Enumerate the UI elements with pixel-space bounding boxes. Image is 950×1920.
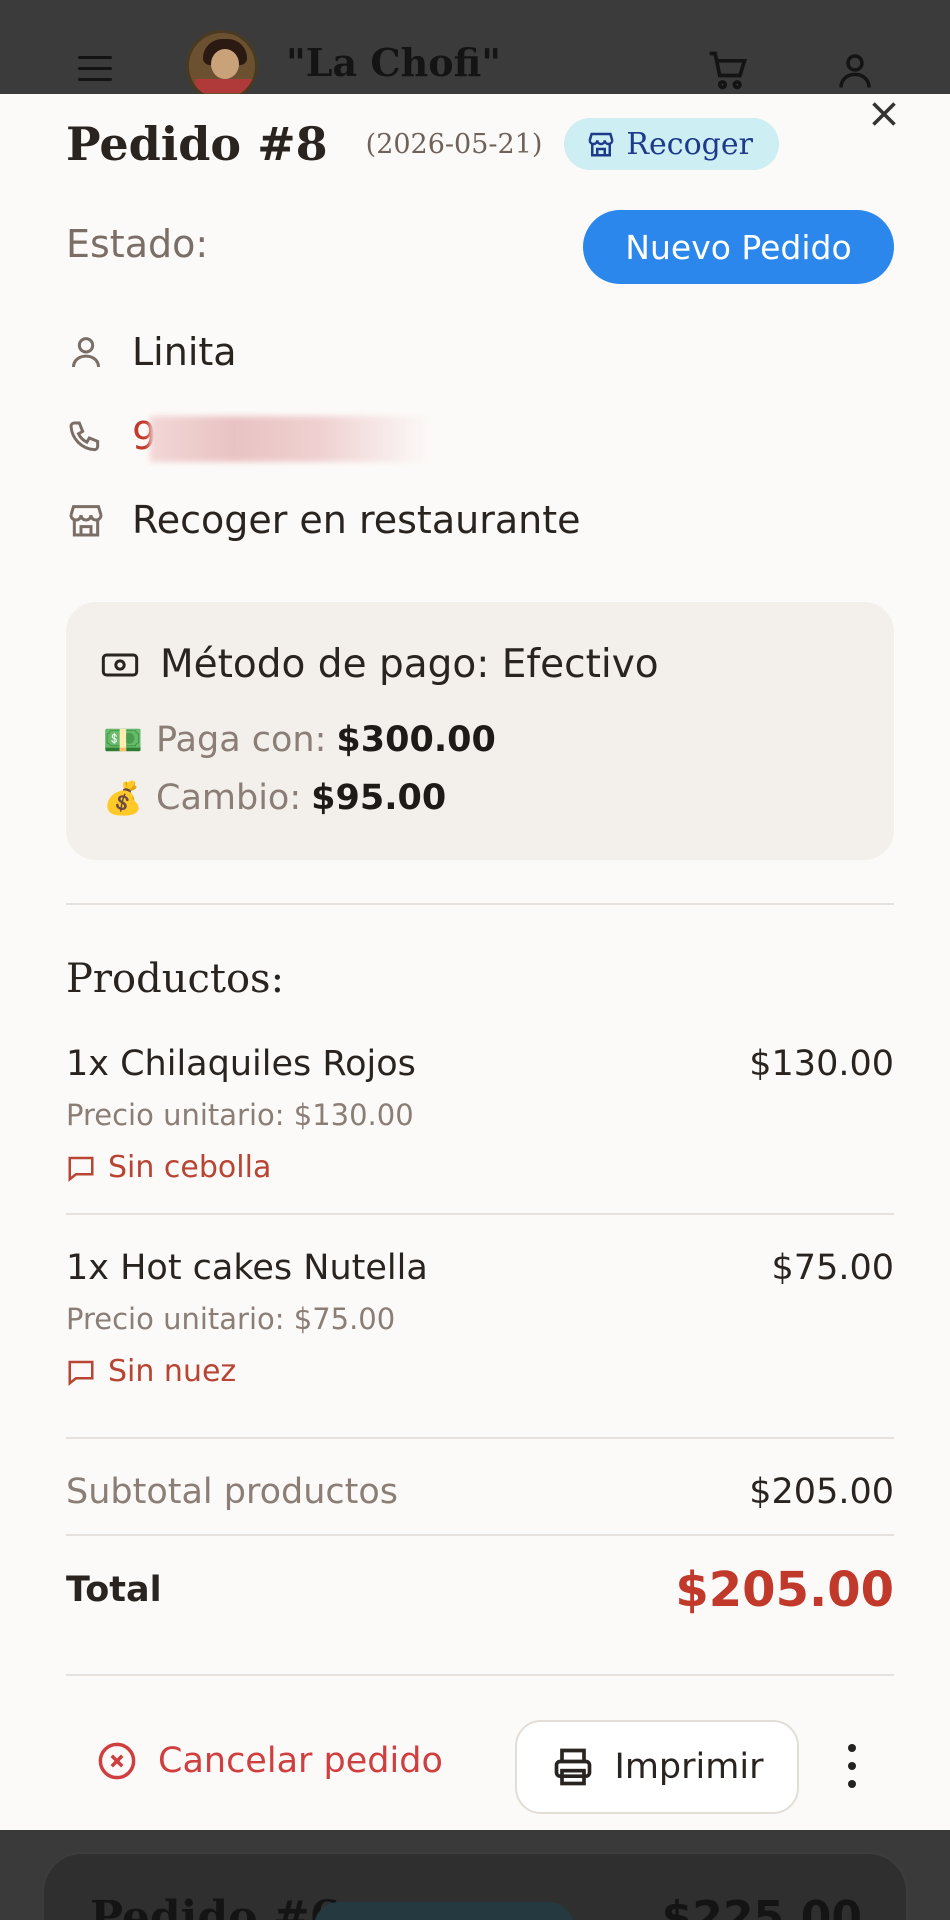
order-type-label: Recoger [626, 126, 753, 162]
product-unit-price: Precio unitario: $75.00 [66, 1302, 396, 1336]
money-bag-icon: 💰 [103, 779, 143, 817]
products-heading: Productos: [66, 956, 285, 1002]
payment-title-row: Método de pago: Efectivo [100, 642, 659, 687]
phone-number[interactable]: 9 [132, 414, 431, 462]
background-order-card[interactable]: Pedido #6 $225.00 [42, 1852, 908, 1920]
product-unit-price: Precio unitario: $130.00 [66, 1098, 414, 1132]
total-label: Total [66, 1570, 162, 1610]
product-price: $75.00 [771, 1248, 894, 1288]
status-label: Estado: [66, 222, 209, 266]
phone-icon [69, 421, 100, 451]
phone-row: 9 [66, 414, 431, 462]
product-note: Sin nuez [66, 1354, 894, 1389]
customer-name: Linita [132, 330, 237, 374]
total-value: $205.00 [675, 1562, 894, 1618]
customer-row: Linita [66, 330, 237, 374]
comment-icon [68, 1360, 94, 1386]
store-icon [69, 505, 103, 537]
banknote-icon: 💵 [103, 721, 143, 759]
delivery-mode: Recoger en restaurante [132, 498, 581, 542]
product-note-text: Sin cebolla [108, 1150, 272, 1185]
comment-icon [68, 1156, 94, 1182]
subtotal-value: $205.00 [749, 1472, 894, 1512]
product-item: 1x Chilaquiles Rojos $130.00 Precio unit… [66, 1044, 894, 1185]
total-row: Total $205.00 [66, 1562, 894, 1618]
payment-method: Método de pago: Efectivo [160, 642, 659, 687]
product-name: 1x Hot cakes Nutella [66, 1248, 428, 1288]
print-label: Imprimir [614, 1747, 764, 1787]
subtotal-label: Subtotal productos [66, 1472, 399, 1512]
status-badge[interactable]: Nuevo Pedido [583, 210, 894, 284]
change-label: Cambio: [156, 778, 302, 818]
product-note: Sin cebolla [66, 1150, 894, 1185]
product-price: $130.00 [749, 1044, 894, 1084]
background-order-badge [314, 1902, 574, 1920]
app-header: "La Chofi" [0, 0, 950, 102]
printer-icon [554, 1748, 591, 1786]
user-icon[interactable] [834, 48, 876, 92]
background-order-title: Pedido #6 [90, 1892, 341, 1920]
change-row: 💰 Cambio: $95.00 [100, 778, 446, 818]
paid-with-row: 💵 Paga con: $300.00 [100, 720, 496, 760]
change-value: $95.00 [311, 778, 447, 818]
divider [66, 903, 894, 905]
store-icon [588, 132, 614, 157]
divider [66, 1674, 894, 1676]
background-order-amount: $225.00 [661, 1892, 862, 1920]
order-title-row: Pedido #8 (2026-05-21) Recoger [66, 114, 779, 174]
cash-icon [101, 653, 139, 676]
menu-icon[interactable] [78, 56, 112, 82]
restaurant-logo [186, 30, 258, 102]
app-title: "La Chofi" [286, 40, 502, 85]
print-button[interactable]: Imprimir [515, 1720, 799, 1814]
cancel-order-label: Cancelar pedido [158, 1741, 443, 1781]
payment-box: Método de pago: Efectivo 💵 Paga con: $30… [66, 602, 894, 860]
phone-redaction [150, 415, 431, 462]
divider [66, 1534, 894, 1536]
paid-with-value: $300.00 [336, 720, 496, 760]
order-date: (2026-05-21) [365, 128, 543, 160]
cancel-circle-icon [98, 1742, 136, 1780]
order-title: Pedido #8 [66, 117, 328, 171]
delivery-mode-row: Recoger en restaurante [66, 498, 580, 542]
person-icon [72, 337, 100, 368]
paid-with-label: Paga con: [156, 720, 327, 760]
cart-icon[interactable] [706, 48, 750, 92]
order-type-badge: Recoger [564, 118, 779, 170]
subtotal-row: Subtotal productos $205.00 [66, 1472, 894, 1512]
product-note-text: Sin nuez [108, 1354, 237, 1389]
close-icon[interactable] [866, 96, 902, 132]
divider [66, 1437, 894, 1439]
product-item: 1x Hot cakes Nutella $75.00 Precio unita… [66, 1248, 894, 1389]
more-options-icon[interactable] [838, 1744, 866, 1788]
cancel-order-button[interactable]: Cancelar pedido [96, 1740, 443, 1782]
divider [66, 1213, 894, 1215]
